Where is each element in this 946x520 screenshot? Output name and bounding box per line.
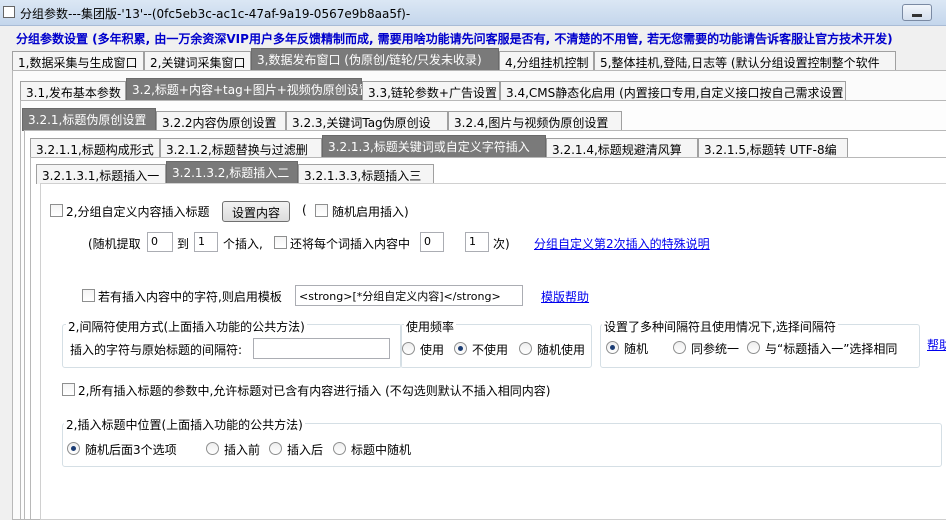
tab-l1-global[interactable]: 5,整体挂机,登陆,日志等 (默认分组设置控制整个软件 bbox=[594, 51, 896, 71]
frequency-label-no-use: 不使用 bbox=[472, 343, 509, 357]
random-extract-label: (随机提取 bbox=[88, 237, 141, 251]
custom-insert-checkbox[interactable] bbox=[50, 204, 63, 217]
paren-open: ( bbox=[302, 203, 307, 217]
random-enable-checkbox[interactable] bbox=[315, 204, 328, 217]
tab-l1-keyword[interactable]: 2,关键词采集窗口 bbox=[144, 51, 251, 71]
position-radio-after[interactable] bbox=[269, 442, 282, 455]
position-label-in-title: 标题中随机 bbox=[351, 443, 412, 457]
minimize-button[interactable] bbox=[902, 4, 932, 21]
app-icon bbox=[3, 6, 15, 18]
extract-from-input[interactable]: 0 bbox=[147, 232, 173, 252]
template-help-link[interactable]: 模版帮助 bbox=[541, 288, 589, 305]
insert-content-label: 还将每个词插入内容中 bbox=[290, 237, 411, 251]
multi-help-link[interactable]: 帮助 bbox=[927, 336, 946, 353]
frequency-group-title: 使用频率 bbox=[404, 318, 457, 335]
random-enable-label: 随机启用插入) bbox=[332, 205, 409, 219]
multi-label-same-param: 同参统一 bbox=[691, 342, 740, 356]
tab-l4-avoid-algo[interactable]: 3.2.1.4,标题规避清风算 bbox=[546, 138, 698, 158]
tab-l4-replace-filter[interactable]: 3.2.1.2,标题替换与过滤删 bbox=[160, 138, 322, 158]
multi-label-random: 随机 bbox=[624, 342, 649, 356]
position-label-after: 插入后 bbox=[287, 443, 324, 457]
multi-separator-group-title: 设置了多种间隔符且使用情况下,选择间隔符 bbox=[602, 318, 838, 335]
allow-duplicate-checkbox[interactable] bbox=[62, 383, 75, 396]
frequency-radio-random[interactable] bbox=[519, 342, 532, 355]
setup-content-button[interactable]: 设置内容 bbox=[222, 201, 290, 222]
template-label: 若有插入内容中的字符,则启用模板 bbox=[98, 290, 282, 304]
template-input[interactable]: <strong>[*分组自定义内容]</strong> bbox=[295, 285, 523, 306]
tab-l4-utf8[interactable]: 3.2.1.5,标题转 UTF-8编 bbox=[698, 138, 848, 158]
separator-label: 插入的字符与原始标题的间隔符: bbox=[70, 343, 243, 357]
extract-to-input[interactable]: 1 bbox=[194, 232, 218, 252]
position-group-title: 2,插入标题中位置(上面插入功能的公共方法) bbox=[64, 416, 305, 433]
second-insert-help-link[interactable]: 分组自定义第2次插入的特殊说明 bbox=[534, 235, 710, 252]
frequency-radio-no-use[interactable] bbox=[454, 342, 467, 355]
multi-radio-same-param[interactable] bbox=[673, 341, 686, 354]
position-label-random-3: 随机后面3个选项 bbox=[85, 443, 177, 457]
frequency-label-random: 随机使用 bbox=[537, 343, 586, 357]
tab-l4-insert[interactable]: 3.2.1.3,标题关键词或自定义字符插入 bbox=[322, 135, 546, 158]
position-label-before: 插入前 bbox=[224, 443, 261, 457]
content-times-input-2[interactable]: 1 bbox=[465, 232, 489, 252]
frequency-radio-use[interactable] bbox=[402, 342, 415, 355]
times-label: 次) bbox=[493, 237, 510, 251]
multi-radio-same-as-insert1[interactable] bbox=[747, 341, 760, 354]
tab-l2-cms-static[interactable]: 3.4,CMS静态化启用 (内置接口专用,自定义接口按自己需求设置 bbox=[500, 81, 846, 101]
tab-l3-content[interactable]: 3.2.2内容伪原创设置 bbox=[156, 111, 286, 131]
tab-l2-pseudo-original[interactable]: 3.2,标题+内容+tag+图片+视频伪原创设置 bbox=[126, 78, 371, 101]
tab-l2-link-ads[interactable]: 3.3,链轮参数+广告设置 bbox=[362, 81, 500, 101]
custom-insert-label: 2,分组自定义内容插入标题 bbox=[66, 205, 210, 219]
window-title: 分组参数---集团版-'13'--(0fc5eb3c-ac1c-47af-9a1… bbox=[20, 7, 411, 21]
multi-radio-random[interactable] bbox=[606, 341, 619, 354]
tab-l1-collect[interactable]: 1,数据采集与生成窗口 bbox=[12, 51, 144, 71]
to-label: 到 bbox=[177, 237, 190, 251]
tab-l1-publish[interactable]: 3,数据发布窗口 (伪原创/链轮/只发未收录) bbox=[251, 48, 499, 71]
separator-input[interactable] bbox=[253, 338, 390, 359]
tab-l3-title[interactable]: 3.2.1,标题伪原创设置 bbox=[22, 108, 156, 131]
position-radio-in-title[interactable] bbox=[333, 442, 346, 455]
separator-group-title: 2,间隔符使用方式(上面插入功能的公共方法) bbox=[66, 318, 307, 335]
count-label: 个插入, bbox=[223, 237, 263, 251]
template-checkbox[interactable] bbox=[82, 289, 95, 302]
position-radio-random-3[interactable] bbox=[67, 442, 80, 455]
insert-content-checkbox[interactable] bbox=[274, 236, 287, 249]
tab-l2-basic[interactable]: 3.1,发布基本参数 bbox=[20, 81, 126, 101]
tab-l5-insert-3[interactable]: 3.2.1.3.3,标题插入三 bbox=[298, 164, 434, 184]
frequency-label-use: 使用 bbox=[420, 343, 445, 357]
tab-l3-keyword-tag[interactable]: 3.2.3,关键词Tag伪原创设 bbox=[286, 111, 448, 131]
multi-label-same-as-insert1: 与“标题插入一”选择相同 bbox=[765, 342, 898, 356]
tab-l1-group-control[interactable]: 4,分组挂机控制 bbox=[499, 51, 594, 71]
position-radio-before[interactable] bbox=[206, 442, 219, 455]
allow-duplicate-label: 2,所有插入标题的参数中,允许标题对已含有内容进行插入 (不勾选则默认不插入相同… bbox=[78, 384, 551, 398]
tab-l3-image-video[interactable]: 3.2.4,图片与视频伪原创设置 bbox=[448, 111, 622, 131]
tab-l5-insert-2[interactable]: 3.2.1.3.2,标题插入二 bbox=[166, 161, 298, 184]
tab-l4-structure[interactable]: 3.2.1.1,标题构成形式 bbox=[30, 138, 160, 158]
notice-text: 分组参数设置 (多年积累, 由一万余资深VIP用户多年反馈精制而成, 需要用啥功… bbox=[16, 32, 893, 46]
tab-l5-insert-1[interactable]: 3.2.1.3.1,标题插入一 bbox=[36, 164, 166, 184]
content-times-input-1[interactable]: 0 bbox=[420, 232, 444, 252]
